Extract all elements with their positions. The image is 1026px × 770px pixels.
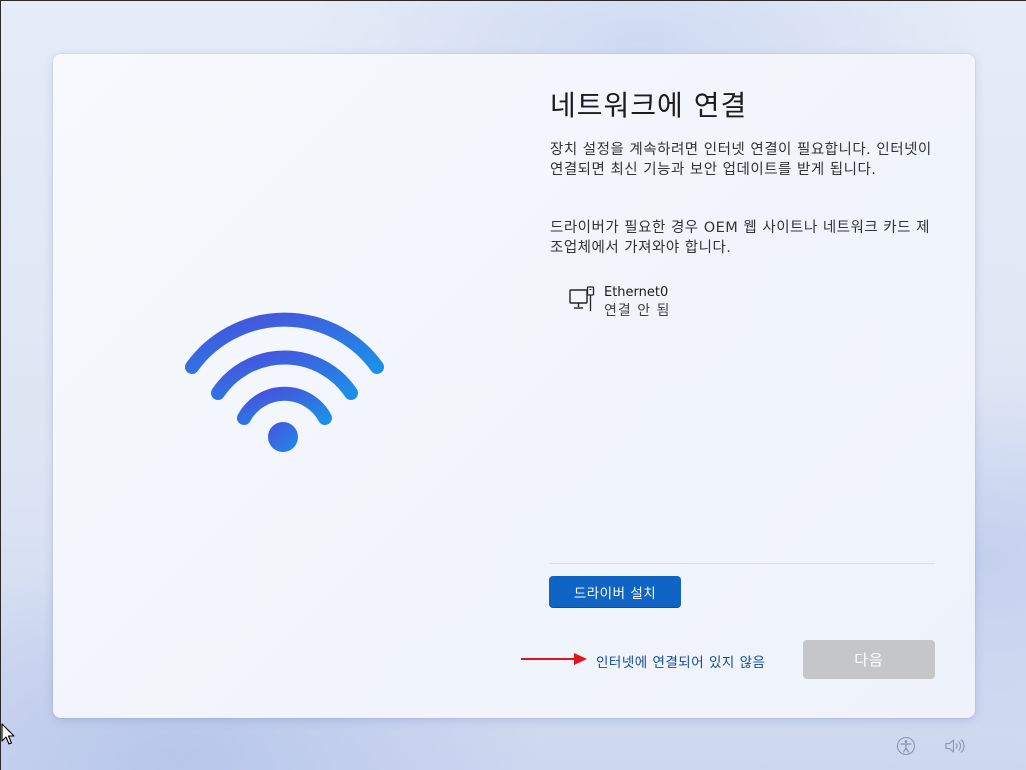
adapter-status: 연결 안 됨	[604, 303, 671, 319]
divider	[549, 563, 935, 564]
accessibility-icon[interactable]	[895, 735, 917, 757]
next-button[interactable]: 다음	[803, 640, 935, 679]
page-title: 네트워크에 연결	[550, 89, 748, 122]
adapter-text: Ethernet0 연결 안 됨	[604, 284, 670, 320]
ethernet-icon	[569, 286, 595, 311]
volume-icon[interactable]	[943, 735, 965, 757]
description-driver-info: 드라이버가 필요한 경우 OEM 웹 사이트나 네트워크 카드 제조업체에서 가…	[550, 220, 930, 256]
no-internet-link[interactable]: 인터넷에 연결되어 있지 않음	[596, 651, 765, 671]
oobe-card: 네트워크에 연결 장치 설정을 계속하려면 인터넷 연결이 필요합니다. 인터넷…	[53, 54, 975, 718]
install-driver-button[interactable]: 드라이버 설치	[549, 576, 681, 607]
mouse-cursor-icon	[1, 723, 15, 745]
desktop-background: 네트워크에 연결 장치 설정을 계속하려면 인터넷 연결이 필요합니다. 인터넷…	[0, 0, 1026, 770]
description-internet-required: 장치 설정을 계속하려면 인터넷 연결이 필요합니다. 인터넷이 연결되면 최신…	[550, 142, 932, 178]
wifi-icon	[185, 312, 384, 452]
adapter-name: Ethernet0	[604, 285, 669, 300]
network-adapter-item[interactable]: Ethernet0 연결 안 됨	[568, 284, 670, 320]
annotation-arrow-icon	[521, 653, 587, 665]
